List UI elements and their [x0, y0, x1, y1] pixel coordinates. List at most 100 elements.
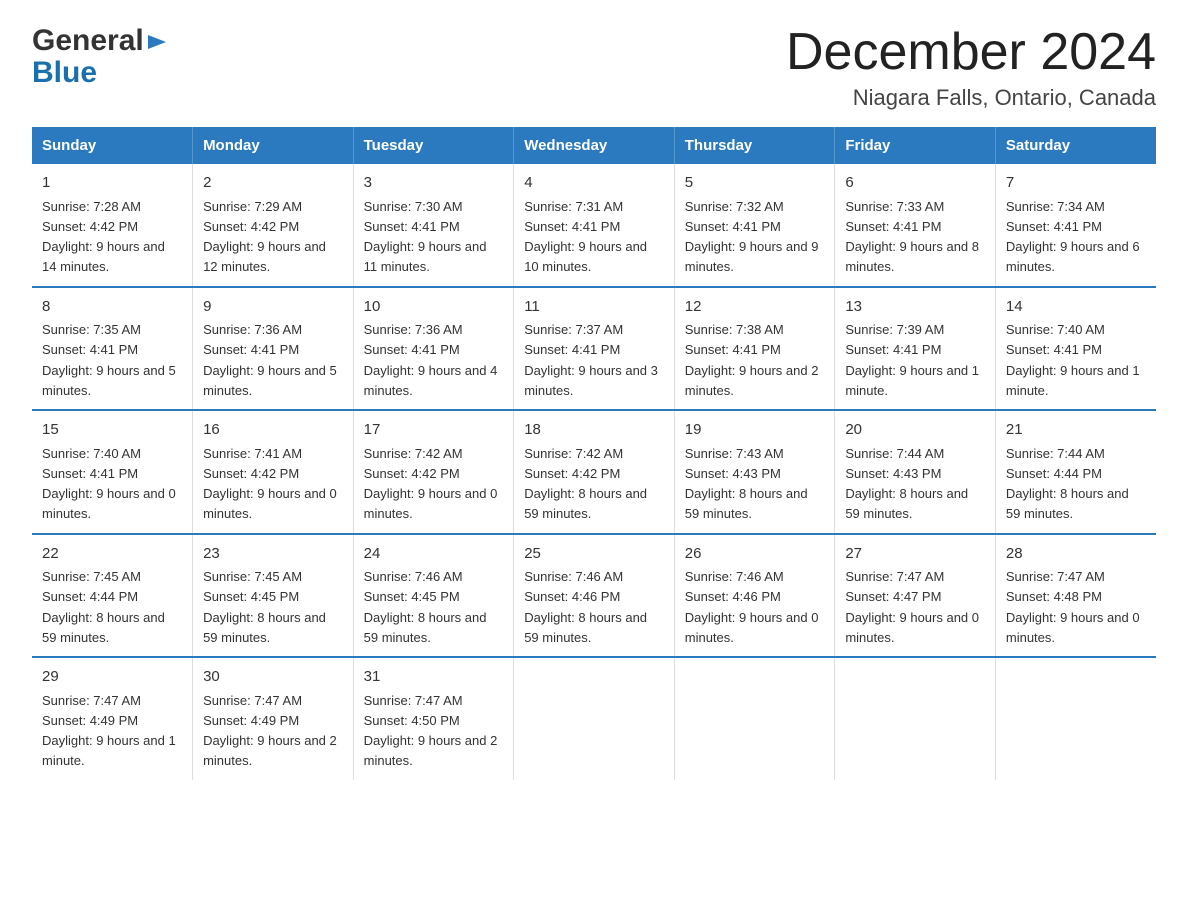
calendar-cell: 10 Sunrise: 7:36 AMSunset: 4:41 PMDaylig… [353, 287, 514, 411]
day-info: Sunrise: 7:45 AMSunset: 4:44 PMDaylight:… [42, 569, 165, 645]
day-number: 13 [845, 296, 985, 319]
day-info: Sunrise: 7:45 AMSunset: 4:45 PMDaylight:… [203, 569, 326, 645]
day-info: Sunrise: 7:47 AMSunset: 4:49 PMDaylight:… [42, 693, 176, 769]
calendar-cell: 15 Sunrise: 7:40 AMSunset: 4:41 PMDaylig… [32, 410, 193, 534]
month-title: December 2024 [786, 24, 1156, 81]
calendar-week-row: 29 Sunrise: 7:47 AMSunset: 4:49 PMDaylig… [32, 657, 1156, 780]
calendar-cell: 21 Sunrise: 7:44 AMSunset: 4:44 PMDaylig… [995, 410, 1156, 534]
calendar-cell: 17 Sunrise: 7:42 AMSunset: 4:42 PMDaylig… [353, 410, 514, 534]
day-number: 10 [364, 296, 504, 319]
calendar-table: Sunday Monday Tuesday Wednesday Thursday… [32, 127, 1156, 780]
day-number: 5 [685, 172, 825, 195]
day-info: Sunrise: 7:43 AMSunset: 4:43 PMDaylight:… [685, 446, 808, 522]
calendar-cell: 30 Sunrise: 7:47 AMSunset: 4:49 PMDaylig… [193, 657, 354, 780]
calendar-cell: 22 Sunrise: 7:45 AMSunset: 4:44 PMDaylig… [32, 534, 193, 658]
logo: General Blue [32, 24, 168, 90]
calendar-cell: 19 Sunrise: 7:43 AMSunset: 4:43 PMDaylig… [674, 410, 835, 534]
day-number: 18 [524, 419, 664, 442]
calendar-cell: 14 Sunrise: 7:40 AMSunset: 4:41 PMDaylig… [995, 287, 1156, 411]
day-number: 1 [42, 172, 182, 195]
day-info: Sunrise: 7:37 AMSunset: 4:41 PMDaylight:… [524, 322, 658, 398]
calendar-cell: 18 Sunrise: 7:42 AMSunset: 4:42 PMDaylig… [514, 410, 675, 534]
day-info: Sunrise: 7:32 AMSunset: 4:41 PMDaylight:… [685, 199, 819, 275]
header-row: Sunday Monday Tuesday Wednesday Thursday… [32, 127, 1156, 164]
calendar-body: 1 Sunrise: 7:28 AMSunset: 4:42 PMDayligh… [32, 164, 1156, 780]
calendar-cell: 28 Sunrise: 7:47 AMSunset: 4:48 PMDaylig… [995, 534, 1156, 658]
col-saturday: Saturday [995, 127, 1156, 164]
calendar-cell: 16 Sunrise: 7:41 AMSunset: 4:42 PMDaylig… [193, 410, 354, 534]
day-info: Sunrise: 7:42 AMSunset: 4:42 PMDaylight:… [524, 446, 647, 522]
day-number: 2 [203, 172, 343, 195]
day-number: 28 [1006, 543, 1146, 566]
day-info: Sunrise: 7:30 AMSunset: 4:41 PMDaylight:… [364, 199, 487, 275]
calendar-cell: 25 Sunrise: 7:46 AMSunset: 4:46 PMDaylig… [514, 534, 675, 658]
page-header: General Blue December 2024 Niagara Falls… [32, 24, 1156, 111]
col-tuesday: Tuesday [353, 127, 514, 164]
calendar-cell: 5 Sunrise: 7:32 AMSunset: 4:41 PMDayligh… [674, 164, 835, 287]
calendar-cell: 6 Sunrise: 7:33 AMSunset: 4:41 PMDayligh… [835, 164, 996, 287]
calendar-week-row: 8 Sunrise: 7:35 AMSunset: 4:41 PMDayligh… [32, 287, 1156, 411]
day-number: 4 [524, 172, 664, 195]
col-thursday: Thursday [674, 127, 835, 164]
day-number: 6 [845, 172, 985, 195]
calendar-cell [514, 657, 675, 780]
calendar-cell: 23 Sunrise: 7:45 AMSunset: 4:45 PMDaylig… [193, 534, 354, 658]
logo-blue-text: Blue [32, 56, 97, 90]
day-number: 14 [1006, 296, 1146, 319]
day-info: Sunrise: 7:40 AMSunset: 4:41 PMDaylight:… [1006, 322, 1140, 398]
day-number: 21 [1006, 419, 1146, 442]
calendar-week-row: 1 Sunrise: 7:28 AMSunset: 4:42 PMDayligh… [32, 164, 1156, 287]
day-number: 12 [685, 296, 825, 319]
day-number: 20 [845, 419, 985, 442]
day-number: 15 [42, 419, 182, 442]
title-section: December 2024 Niagara Falls, Ontario, Ca… [786, 24, 1156, 111]
day-info: Sunrise: 7:38 AMSunset: 4:41 PMDaylight:… [685, 322, 819, 398]
day-info: Sunrise: 7:44 AMSunset: 4:43 PMDaylight:… [845, 446, 968, 522]
day-info: Sunrise: 7:34 AMSunset: 4:41 PMDaylight:… [1006, 199, 1140, 275]
day-number: 23 [203, 543, 343, 566]
day-number: 31 [364, 666, 504, 689]
calendar-cell: 7 Sunrise: 7:34 AMSunset: 4:41 PMDayligh… [995, 164, 1156, 287]
calendar-week-row: 15 Sunrise: 7:40 AMSunset: 4:41 PMDaylig… [32, 410, 1156, 534]
col-wednesday: Wednesday [514, 127, 675, 164]
calendar-cell: 24 Sunrise: 7:46 AMSunset: 4:45 PMDaylig… [353, 534, 514, 658]
day-number: 30 [203, 666, 343, 689]
day-info: Sunrise: 7:42 AMSunset: 4:42 PMDaylight:… [364, 446, 498, 522]
location-title: Niagara Falls, Ontario, Canada [786, 85, 1156, 111]
day-info: Sunrise: 7:35 AMSunset: 4:41 PMDaylight:… [42, 322, 176, 398]
day-info: Sunrise: 7:36 AMSunset: 4:41 PMDaylight:… [364, 322, 498, 398]
day-number: 11 [524, 296, 664, 319]
calendar-cell: 27 Sunrise: 7:47 AMSunset: 4:47 PMDaylig… [835, 534, 996, 658]
day-info: Sunrise: 7:47 AMSunset: 4:48 PMDaylight:… [1006, 569, 1140, 645]
day-number: 26 [685, 543, 825, 566]
calendar-cell: 26 Sunrise: 7:46 AMSunset: 4:46 PMDaylig… [674, 534, 835, 658]
day-number: 9 [203, 296, 343, 319]
day-info: Sunrise: 7:29 AMSunset: 4:42 PMDaylight:… [203, 199, 326, 275]
calendar-cell: 3 Sunrise: 7:30 AMSunset: 4:41 PMDayligh… [353, 164, 514, 287]
calendar-cell: 13 Sunrise: 7:39 AMSunset: 4:41 PMDaylig… [835, 287, 996, 411]
day-info: Sunrise: 7:40 AMSunset: 4:41 PMDaylight:… [42, 446, 176, 522]
day-info: Sunrise: 7:47 AMSunset: 4:47 PMDaylight:… [845, 569, 979, 645]
calendar-cell: 20 Sunrise: 7:44 AMSunset: 4:43 PMDaylig… [835, 410, 996, 534]
calendar-cell: 9 Sunrise: 7:36 AMSunset: 4:41 PMDayligh… [193, 287, 354, 411]
day-number: 17 [364, 419, 504, 442]
col-friday: Friday [835, 127, 996, 164]
calendar-cell: 2 Sunrise: 7:29 AMSunset: 4:42 PMDayligh… [193, 164, 354, 287]
calendar-cell [995, 657, 1156, 780]
day-number: 16 [203, 419, 343, 442]
calendar-cell: 31 Sunrise: 7:47 AMSunset: 4:50 PMDaylig… [353, 657, 514, 780]
day-info: Sunrise: 7:36 AMSunset: 4:41 PMDaylight:… [203, 322, 337, 398]
day-info: Sunrise: 7:44 AMSunset: 4:44 PMDaylight:… [1006, 446, 1129, 522]
day-number: 19 [685, 419, 825, 442]
calendar-cell [835, 657, 996, 780]
day-info: Sunrise: 7:46 AMSunset: 4:45 PMDaylight:… [364, 569, 487, 645]
day-number: 7 [1006, 172, 1146, 195]
calendar-cell: 4 Sunrise: 7:31 AMSunset: 4:41 PMDayligh… [514, 164, 675, 287]
day-info: Sunrise: 7:47 AMSunset: 4:49 PMDaylight:… [203, 693, 337, 769]
day-info: Sunrise: 7:41 AMSunset: 4:42 PMDaylight:… [203, 446, 337, 522]
day-info: Sunrise: 7:28 AMSunset: 4:42 PMDaylight:… [42, 199, 165, 275]
calendar-cell: 1 Sunrise: 7:28 AMSunset: 4:42 PMDayligh… [32, 164, 193, 287]
calendar-cell: 29 Sunrise: 7:47 AMSunset: 4:49 PMDaylig… [32, 657, 193, 780]
calendar-cell: 12 Sunrise: 7:38 AMSunset: 4:41 PMDaylig… [674, 287, 835, 411]
day-number: 3 [364, 172, 504, 195]
